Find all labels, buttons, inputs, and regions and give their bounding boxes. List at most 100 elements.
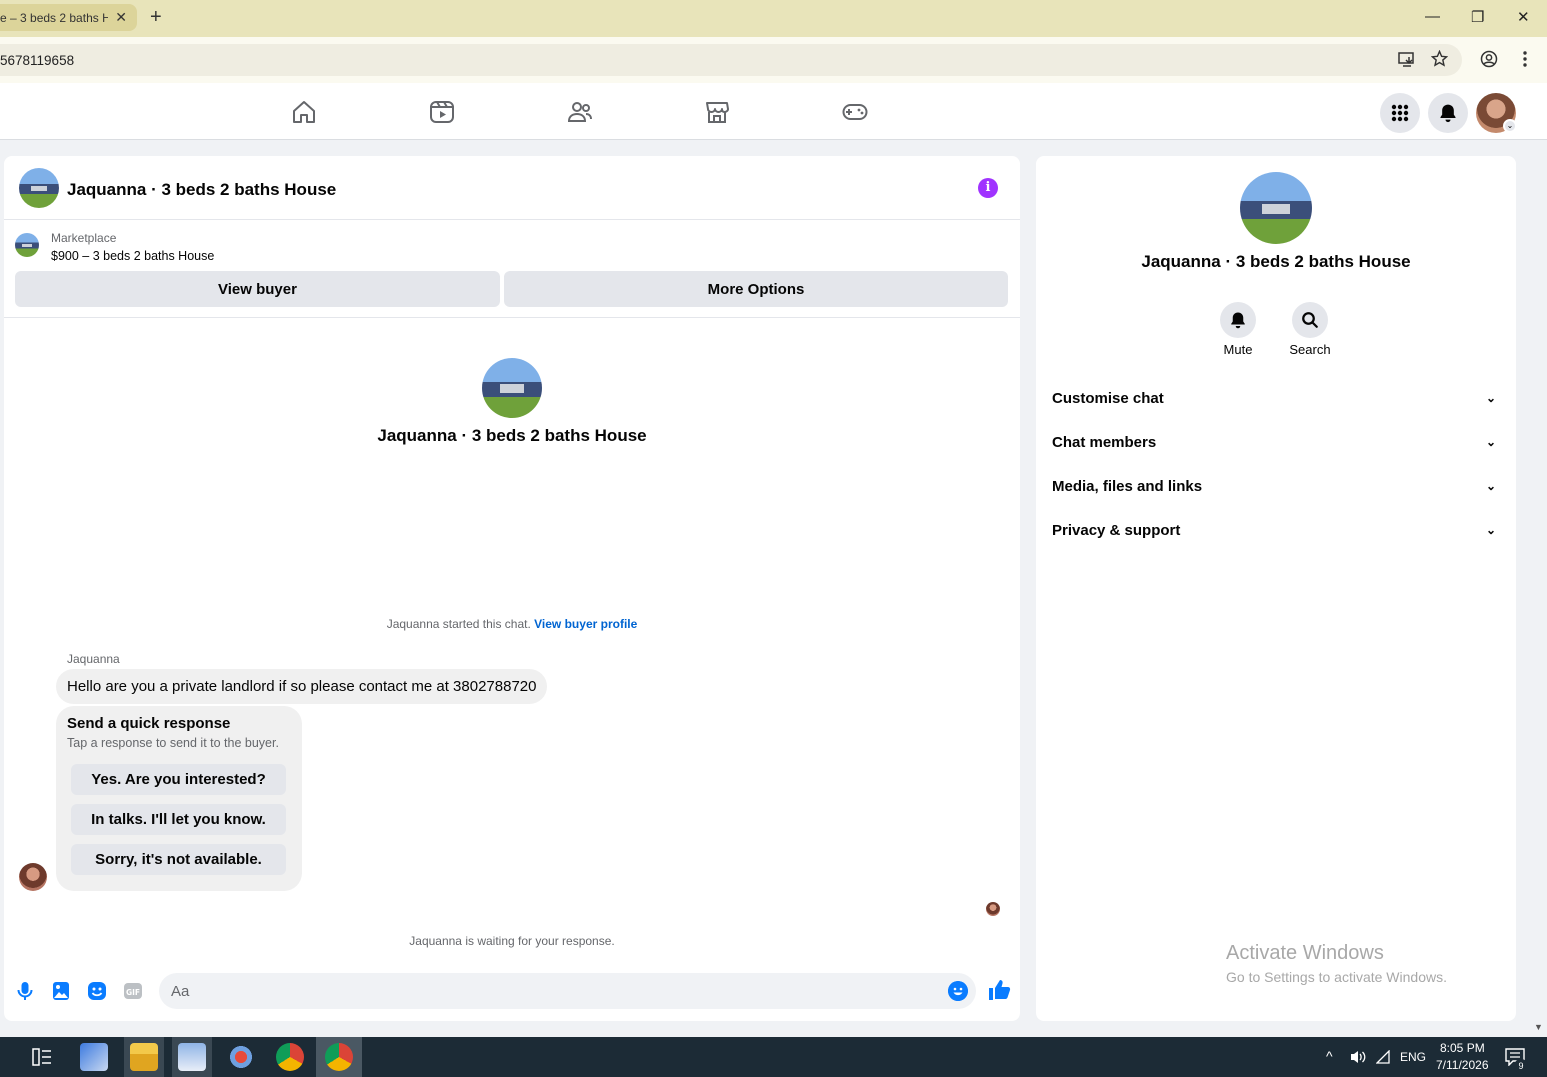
video-icon[interactable] xyxy=(429,99,455,125)
marketplace-icon[interactable] xyxy=(704,99,730,125)
chevron-down-icon[interactable]: ⌄ xyxy=(1503,119,1517,133)
scroll-down-arrow-icon[interactable]: ▼ xyxy=(1534,1022,1543,1032)
quick-response-card: Send a quick response Tap a response to … xyxy=(56,706,302,891)
install-icon[interactable] xyxy=(1398,50,1416,68)
quick-response-title: Send a quick response xyxy=(67,715,231,732)
section-label: Privacy & support xyxy=(1052,521,1181,539)
quick-response-option[interactable]: Yes. Are you interested? xyxy=(71,764,286,795)
facebook-top-nav: ⌄ xyxy=(0,83,1547,140)
section-label: Chat members xyxy=(1052,433,1157,451)
sender-avatar[interactable] xyxy=(19,863,47,891)
view-buyer-button[interactable]: View buyer xyxy=(15,271,500,307)
notification-count-badge: 9 xyxy=(1514,1059,1528,1073)
activate-windows-watermark: Activate Windows Go to Settings to activ… xyxy=(1226,942,1447,985)
grid-icon xyxy=(1391,104,1409,122)
clock-time[interactable]: 8:05 PM xyxy=(1440,1041,1485,1055)
menu-grid-button[interactable] xyxy=(1380,93,1420,133)
chevron-down-icon: ⌄ xyxy=(1485,435,1496,449)
message-bubble[interactable]: Hello are you a private landlord if so p… xyxy=(56,669,548,704)
seen-indicator-avatar xyxy=(986,902,1000,916)
mute-button[interactable] xyxy=(1220,302,1256,338)
search-label: Search xyxy=(1289,342,1331,357)
marketplace-label: Marketplace xyxy=(51,231,117,245)
customise-chat-section[interactable]: Customise chat ⌄ xyxy=(1052,383,1500,413)
chat-panel: Jaquanna · 3 beds 2 baths House i Market… xyxy=(4,156,1020,1021)
search-button[interactable] xyxy=(1292,302,1328,338)
chevron-down-icon: ⌄ xyxy=(1485,479,1496,493)
chrome-profile-icon[interactable] xyxy=(325,1043,353,1071)
new-tab-button[interactable]: + xyxy=(150,7,162,27)
restore-button[interactable]: ❐ xyxy=(1471,8,1484,26)
input-placeholder: Aa xyxy=(171,982,190,1000)
microphone-icon[interactable] xyxy=(14,980,36,1002)
gif-icon[interactable]: GIF xyxy=(122,980,144,1002)
photos-app-icon[interactable] xyxy=(178,1043,206,1071)
url-field[interactable]: 5678119658 xyxy=(0,44,1462,76)
activate-title: Activate Windows xyxy=(1226,942,1384,964)
volume-icon[interactable] xyxy=(1349,1049,1367,1065)
url-text: 5678119658 xyxy=(0,52,75,68)
activate-subtitle: Go to Settings to activate Windows. xyxy=(1226,969,1447,985)
group-avatar[interactable] xyxy=(1240,172,1312,244)
friends-icon[interactable] xyxy=(567,99,593,125)
browser-tab[interactable]: e – 3 beds 2 baths H ✕ xyxy=(0,4,137,31)
quick-response-option[interactable]: In talks. I'll let you know. xyxy=(71,804,286,835)
notifications-button[interactable] xyxy=(1428,93,1468,133)
section-label: Customise chat xyxy=(1052,389,1164,407)
started-text: Jaquanna started this chat. xyxy=(386,617,531,631)
gaming-icon[interactable] xyxy=(842,99,868,125)
center-avatar xyxy=(482,358,542,418)
media-files-links-section[interactable]: Media, files and links ⌄ xyxy=(1052,471,1500,501)
section-label: Media, files and links xyxy=(1052,477,1203,495)
address-bar-row: 5678119658 xyxy=(0,37,1547,83)
photo-icon[interactable] xyxy=(50,980,72,1002)
view-buyer-profile-link[interactable]: View buyer profile xyxy=(534,617,637,631)
network-icon[interactable] xyxy=(1376,1050,1392,1064)
language-indicator[interactable]: ENG xyxy=(1400,1050,1426,1064)
paint-icon[interactable] xyxy=(227,1043,255,1071)
sticker-icon[interactable] xyxy=(86,980,108,1002)
info-icon[interactable]: i xyxy=(978,178,998,198)
quick-response-option[interactable]: Sorry, it's not available. xyxy=(71,844,286,875)
chat-info-panel: Jaquanna · 3 beds 2 baths House Mute Sea… xyxy=(1036,156,1516,1021)
center-name: Jaquanna · 3 beds 2 baths House xyxy=(377,426,647,445)
mute-label: Mute xyxy=(1223,342,1253,357)
bookmark-star-icon[interactable] xyxy=(1431,50,1448,67)
search-icon xyxy=(1302,312,1318,328)
message-input[interactable]: Aa xyxy=(159,973,976,1009)
bell-icon xyxy=(1231,312,1245,329)
listing-thumbnail[interactable] xyxy=(15,233,39,257)
profile-icon[interactable] xyxy=(1480,50,1498,68)
file-explorer-icon[interactable] xyxy=(130,1043,158,1071)
clock-date[interactable]: 7/11/2026 xyxy=(1436,1058,1489,1072)
chat-members-section[interactable]: Chat members ⌄ xyxy=(1052,427,1500,457)
tab-close-icon[interactable]: ✕ xyxy=(115,9,127,26)
divider xyxy=(4,317,1020,318)
chat-started-note: Jaquanna started this chat. View buyer p… xyxy=(4,617,1020,631)
chrome-icon[interactable] xyxy=(276,1043,304,1071)
waiting-note: Jaquanna is waiting for your response. xyxy=(409,934,615,948)
task-view-icon[interactable] xyxy=(32,1048,52,1066)
chat-title[interactable]: Jaquanna · 3 beds 2 baths House xyxy=(67,180,336,200)
home-icon[interactable] xyxy=(291,99,317,125)
chat-avatar[interactable] xyxy=(19,168,59,208)
listing-price[interactable]: $900 – 3 beds 2 baths House xyxy=(51,249,214,263)
emoji-icon[interactable] xyxy=(948,981,968,1001)
menu-dots-icon[interactable] xyxy=(1517,50,1533,68)
svg-text:GIF: GIF xyxy=(126,988,140,997)
close-window-button[interactable]: ✕ xyxy=(1517,8,1530,26)
thumbs-up-icon[interactable] xyxy=(987,978,1011,1002)
windows-taskbar: ^ ENG 8:05 PM 7/11/2026 9 xyxy=(0,1037,1547,1077)
minimize-button[interactable]: — xyxy=(1425,8,1440,25)
chevron-down-icon: ⌄ xyxy=(1485,523,1496,537)
browser-tab-bar: e – 3 beds 2 baths H ✕ + — ❐ ✕ xyxy=(0,0,1547,37)
chat-header: Jaquanna · 3 beds 2 baths House i xyxy=(4,156,1020,220)
quick-response-subtitle: Tap a response to send it to the buyer. xyxy=(67,736,279,750)
more-options-button[interactable]: More Options xyxy=(504,271,1008,307)
privacy-support-section[interactable]: Privacy & support ⌄ xyxy=(1052,515,1500,545)
control-panel-icon[interactable] xyxy=(80,1043,108,1071)
show-hidden-icons[interactable]: ^ xyxy=(1326,1048,1333,1064)
chevron-down-icon: ⌄ xyxy=(1485,391,1496,405)
panel-name: Jaquanna · 3 beds 2 baths House xyxy=(1141,252,1411,271)
page-scrollbar[interactable] xyxy=(1531,140,1547,1036)
